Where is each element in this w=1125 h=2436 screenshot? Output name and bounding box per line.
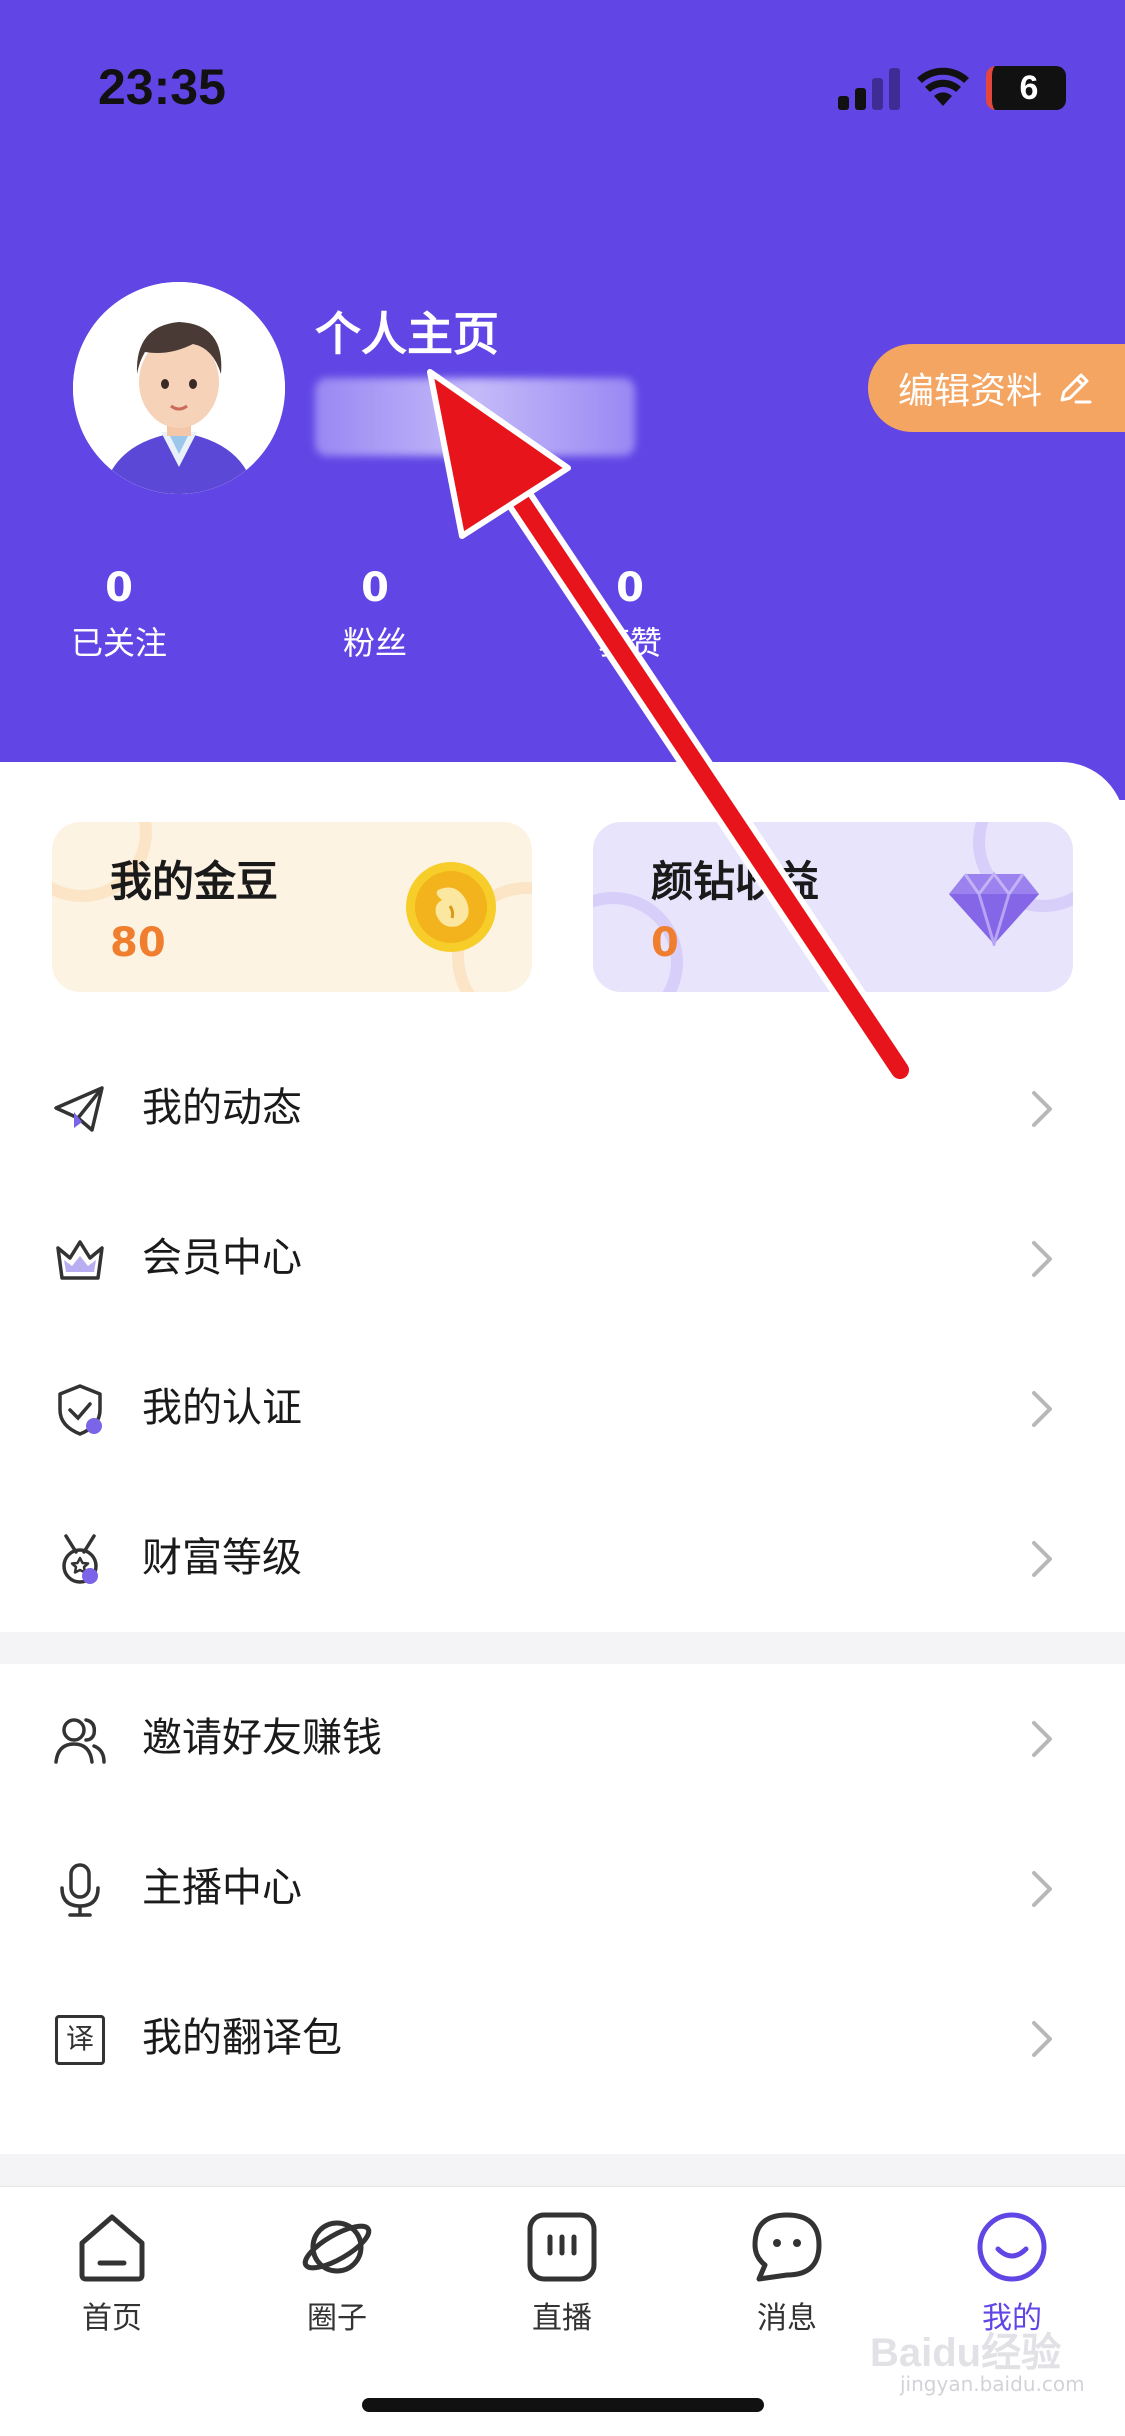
menu-label: 邀请好友赚钱 (142, 1715, 382, 1761)
menu-item-wealth-level[interactable]: 财富等级 (0, 1483, 1125, 1633)
tab-live[interactable]: 直播 (472, 2209, 652, 2339)
translate-icon: 译 (55, 2015, 105, 2065)
chevron-right-icon (1032, 1541, 1052, 1577)
message-icon (752, 2212, 822, 2282)
tab-label: 直播 (532, 2301, 592, 2336)
section-divider (0, 2154, 1125, 2186)
beans-value: 80 (110, 920, 166, 966)
menu-label: 会员中心 (142, 1235, 302, 1281)
diamond-icon (949, 871, 1039, 946)
tab-label: 圈子 (307, 2301, 367, 2336)
beans-title: 我的金豆 (110, 857, 279, 906)
menu-item-invite-friends[interactable]: 邀请好友赚钱 (0, 1663, 1125, 1813)
crown-icon (56, 1240, 104, 1280)
stat-fans[interactable]: 0 粉丝 (300, 565, 450, 673)
stat-fans-count: 0 (361, 565, 389, 611)
menu-item-verification[interactable]: 我的认证 (0, 1333, 1125, 1483)
status-time: 23:35 (98, 59, 226, 115)
medal-icon (62, 1534, 98, 1584)
menu-label: 主播中心 (142, 1865, 302, 1911)
chevron-right-icon (1032, 1871, 1052, 1907)
beans-card[interactable]: 我的金豆 80 (52, 822, 532, 992)
menu-item-my-posts[interactable]: 我的动态 (0, 1033, 1125, 1183)
cellular-signal-icon (838, 68, 900, 110)
stat-likes-label: 获赞 (597, 624, 662, 662)
menu-item-anchor-center[interactable]: 主播中心 (0, 1813, 1125, 1963)
live-icon (527, 2212, 597, 2282)
stat-following-count: 0 (105, 565, 133, 611)
edit-profile-button[interactable]: 编辑资料 (868, 344, 1125, 432)
page-title: 个人主页 (315, 307, 499, 361)
stat-likes[interactable]: 0 获赞 (555, 565, 705, 673)
chevron-right-icon (1032, 1721, 1052, 1757)
tab-circle[interactable]: 圈子 (247, 2209, 427, 2339)
me-icon (977, 2212, 1047, 2282)
menu-label: 财富等级 (142, 1535, 302, 1581)
menu-item-vip-center[interactable]: 会员中心 (0, 1183, 1125, 1333)
stat-fans-label: 粉丝 (342, 624, 407, 662)
stat-following-label: 已关注 (70, 624, 167, 662)
edit-profile-label: 编辑资料 (898, 371, 1043, 412)
diamond-title: 颜钻收益 (651, 857, 820, 906)
home-indicator (362, 2398, 764, 2412)
menu-label: 我的动态 (142, 1085, 302, 1131)
wifi-icon (917, 67, 969, 106)
chevron-right-icon (1032, 1241, 1052, 1277)
avatar-illustration (73, 282, 285, 494)
menu-item-translation-pack[interactable]: 译 我的翻译包 (0, 1963, 1125, 2113)
status-bar: 23:35 6 (0, 0, 1125, 150)
tab-messages[interactable]: 消息 (697, 2209, 877, 2339)
menu-label: 我的翻译包 (142, 2015, 342, 2061)
tab-home[interactable]: 首页 (22, 2209, 202, 2339)
chevron-right-icon (1032, 1391, 1052, 1427)
chevron-right-icon (1032, 2021, 1052, 2057)
gold-bean-icon (406, 862, 496, 952)
stat-following[interactable]: 0 已关注 (44, 565, 194, 673)
planet-icon (302, 2220, 372, 2274)
battery-indicator: 6 (986, 66, 1066, 110)
menu-label: 我的认证 (142, 1385, 302, 1431)
section-divider (0, 1632, 1125, 1664)
stat-likes-count: 0 (616, 565, 644, 611)
tab-label: 首页 (82, 2301, 142, 2336)
home-icon (79, 2214, 145, 2282)
microphone-icon (60, 1863, 100, 1917)
shield-check-icon (58, 1384, 102, 1436)
tab-label: 消息 (757, 2301, 817, 2336)
diamond-earnings-card[interactable]: 颜钻收益 0 (593, 822, 1073, 992)
paper-plane-icon (54, 1086, 104, 1132)
diamond-value: 0 (651, 920, 679, 966)
watermark-url: jingyan.baidu.com (900, 2372, 1085, 2396)
users-icon (54, 1718, 106, 1764)
nickname-blurred (315, 378, 635, 456)
pencil-icon (1060, 373, 1092, 404)
chevron-right-icon (1032, 1091, 1052, 1127)
watermark-brand: Baidu经验 (870, 2331, 1062, 2375)
avatar[interactable] (73, 282, 285, 494)
